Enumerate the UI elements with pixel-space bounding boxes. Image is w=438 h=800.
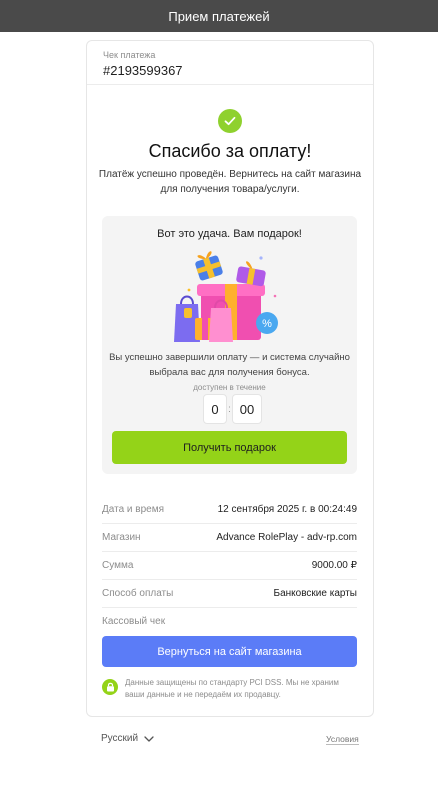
detail-label: Способ оплаты bbox=[102, 588, 174, 599]
success-text: Платёж успешно проведён. Вернитесь на са… bbox=[98, 169, 362, 195]
chevron-down-icon bbox=[144, 735, 154, 742]
detail-row-fiscal-receipt: Кассовый чек bbox=[102, 608, 357, 635]
top-bar: Прием платежей bbox=[0, 0, 438, 32]
detail-value: 9000.00 ₽ bbox=[311, 560, 357, 571]
lock-icon bbox=[102, 679, 118, 695]
page-title: Прием платежей bbox=[168, 8, 270, 24]
detail-label: Сумма bbox=[102, 560, 134, 571]
detail-label: Магазин bbox=[102, 532, 141, 543]
gift-panel: Вот это удача. Вам подарок! % Вы успешно… bbox=[102, 216, 357, 474]
receipt-number: #2193599367 bbox=[103, 63, 183, 78]
get-gift-button[interactable]: Получить подарок bbox=[112, 431, 347, 464]
terms-link[interactable]: Условия bbox=[326, 734, 359, 745]
svg-text:%: % bbox=[262, 318, 272, 330]
gift-title: Вот это удача. Вам подарок! bbox=[157, 228, 302, 240]
language-label: Русский bbox=[101, 733, 139, 744]
timer-minutes: 0 bbox=[203, 394, 227, 424]
timer-seconds: 00 bbox=[232, 394, 262, 424]
success-title: Спасибо за оплату! bbox=[148, 141, 312, 161]
receipt-label: Чек платежа bbox=[103, 50, 156, 60]
check-icon bbox=[218, 109, 242, 133]
security-notice: Данные защищены по стандарту PCI DSS. Мы… bbox=[102, 677, 357, 701]
language-selector[interactable]: Русский bbox=[101, 733, 154, 744]
detail-label: Кассовый чек bbox=[102, 616, 166, 627]
countdown-timer: 0 : 00 bbox=[203, 394, 262, 424]
detail-value: Advance RolePlay - adv-rp.com bbox=[216, 532, 357, 543]
detail-row-shop: Магазин Advance RolePlay - adv-rp.com bbox=[102, 524, 357, 552]
detail-value: 12 сентября 2025 г. в 00:24:49 bbox=[217, 504, 357, 515]
detail-value: Банковские карты bbox=[273, 588, 357, 599]
security-text: Данные защищены по стандарту PCI DSS. Мы… bbox=[125, 678, 339, 699]
detail-row-method: Способ оплаты Банковские карты bbox=[102, 580, 357, 608]
payment-details: Дата и время 12 сентября 2025 г. в 00:24… bbox=[102, 496, 357, 635]
gift-available-label: доступен в течение bbox=[193, 383, 266, 392]
gift-boxes-illustration: % bbox=[167, 246, 292, 346]
detail-row-amount: Сумма 9000.00 ₽ bbox=[102, 552, 357, 580]
divider bbox=[87, 84, 373, 85]
payment-card: Чек платежа #2193599367 Спасибо за оплат… bbox=[86, 40, 374, 717]
gift-description: Вы успешно завершили оплату — и система … bbox=[109, 352, 350, 378]
detail-row-date: Дата и время 12 сентября 2025 г. в 00:24… bbox=[102, 496, 357, 524]
return-to-shop-button[interactable]: Вернуться на сайт магазина bbox=[102, 636, 357, 667]
detail-label: Дата и время bbox=[102, 504, 165, 515]
